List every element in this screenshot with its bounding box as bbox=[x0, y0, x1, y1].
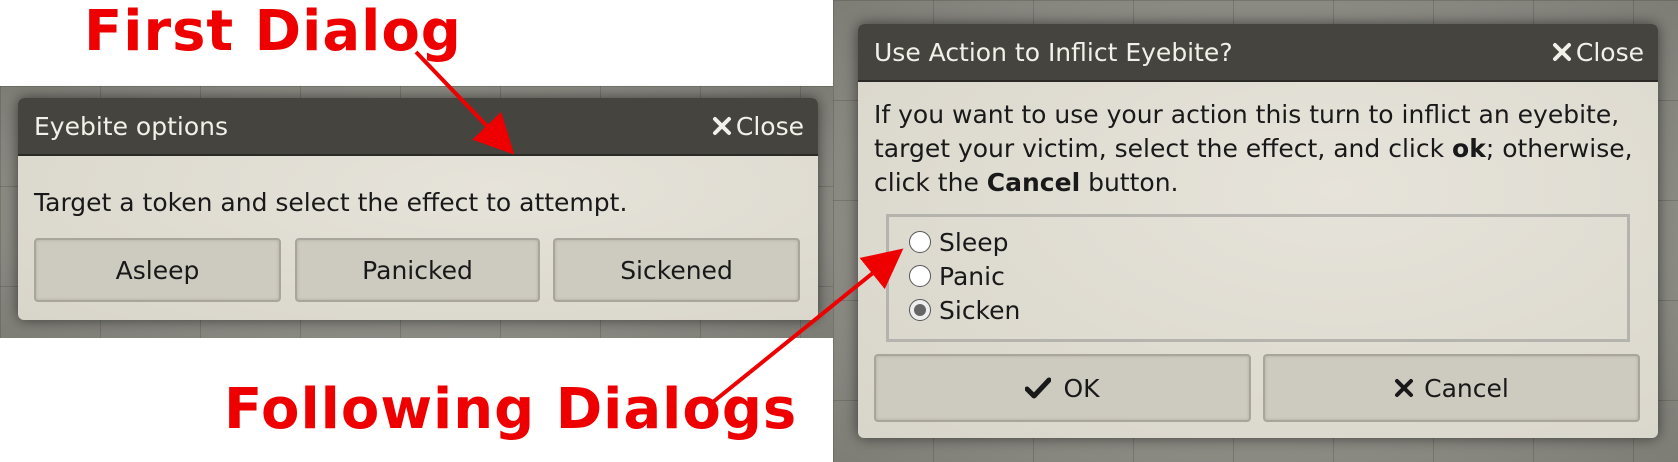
cancel-label: Cancel bbox=[1424, 373, 1509, 403]
close-icon bbox=[712, 117, 731, 135]
close-button[interactable]: Close bbox=[1552, 38, 1658, 67]
dialog-message: Target a token and select the effect to … bbox=[34, 188, 628, 217]
eyebite-options-dialog: Eyebite options Close Target a token and… bbox=[18, 98, 818, 320]
dialog-message: If you want to use your action this turn… bbox=[874, 98, 1644, 200]
inflict-eyebite-dialog: Use Action to Inflict Eyebite? Close If … bbox=[858, 24, 1658, 438]
close-label: Close bbox=[1575, 37, 1644, 67]
dialog-titlebar: Use Action to Inflict Eyebite? Close bbox=[858, 24, 1658, 82]
radio-button-selected[interactable] bbox=[909, 299, 931, 321]
close-icon bbox=[1552, 43, 1571, 61]
dialog-titlebar: Eyebite options Close bbox=[18, 98, 818, 156]
close-icon bbox=[1395, 379, 1414, 397]
radio-label: Sicken bbox=[939, 295, 1021, 325]
asleep-button[interactable]: Asleep bbox=[34, 238, 281, 302]
message-bold-cancel: Cancel bbox=[986, 168, 1081, 197]
message-text: button. bbox=[1080, 168, 1179, 197]
ok-label: OK bbox=[1063, 373, 1100, 403]
message-line-2: target your victim, select the effect, a… bbox=[874, 132, 1644, 166]
dialog-title: Eyebite options bbox=[34, 111, 228, 141]
effect-radio-group: Sleep Panic Sicken bbox=[886, 214, 1630, 342]
close-label: Close bbox=[735, 111, 804, 141]
annotation-following-dialogs: Following Dialogs bbox=[224, 377, 798, 442]
ok-button[interactable]: OK bbox=[874, 354, 1251, 422]
radio-option-sleep[interactable]: Sleep bbox=[909, 225, 1627, 259]
radio-label: Panic bbox=[939, 261, 1005, 291]
radio-label: Sleep bbox=[939, 227, 1009, 257]
radio-option-sicken[interactable]: Sicken bbox=[909, 293, 1627, 327]
close-button[interactable]: Close bbox=[712, 112, 818, 141]
message-text: target your victim, select the effect, a… bbox=[874, 134, 1453, 163]
radio-option-panic[interactable]: Panic bbox=[909, 259, 1627, 293]
cancel-button[interactable]: Cancel bbox=[1263, 354, 1640, 422]
annotation-first-dialog: First Dialog bbox=[84, 0, 462, 64]
radio-button[interactable] bbox=[909, 265, 931, 287]
sickened-button[interactable]: Sickened bbox=[553, 238, 800, 302]
message-line-3: click the Cancel button. bbox=[874, 166, 1644, 200]
dialog-title: Use Action to Inflict Eyebite? bbox=[874, 37, 1233, 67]
message-text: click the bbox=[874, 168, 987, 197]
message-line-1: If you want to use your action this turn… bbox=[874, 100, 1620, 129]
message-text: ; otherwise, bbox=[1485, 134, 1633, 163]
panicked-button[interactable]: Panicked bbox=[295, 238, 540, 302]
radio-button[interactable] bbox=[909, 231, 931, 253]
message-bold-ok: ok bbox=[1452, 134, 1486, 163]
checkmark-icon bbox=[1025, 377, 1052, 399]
